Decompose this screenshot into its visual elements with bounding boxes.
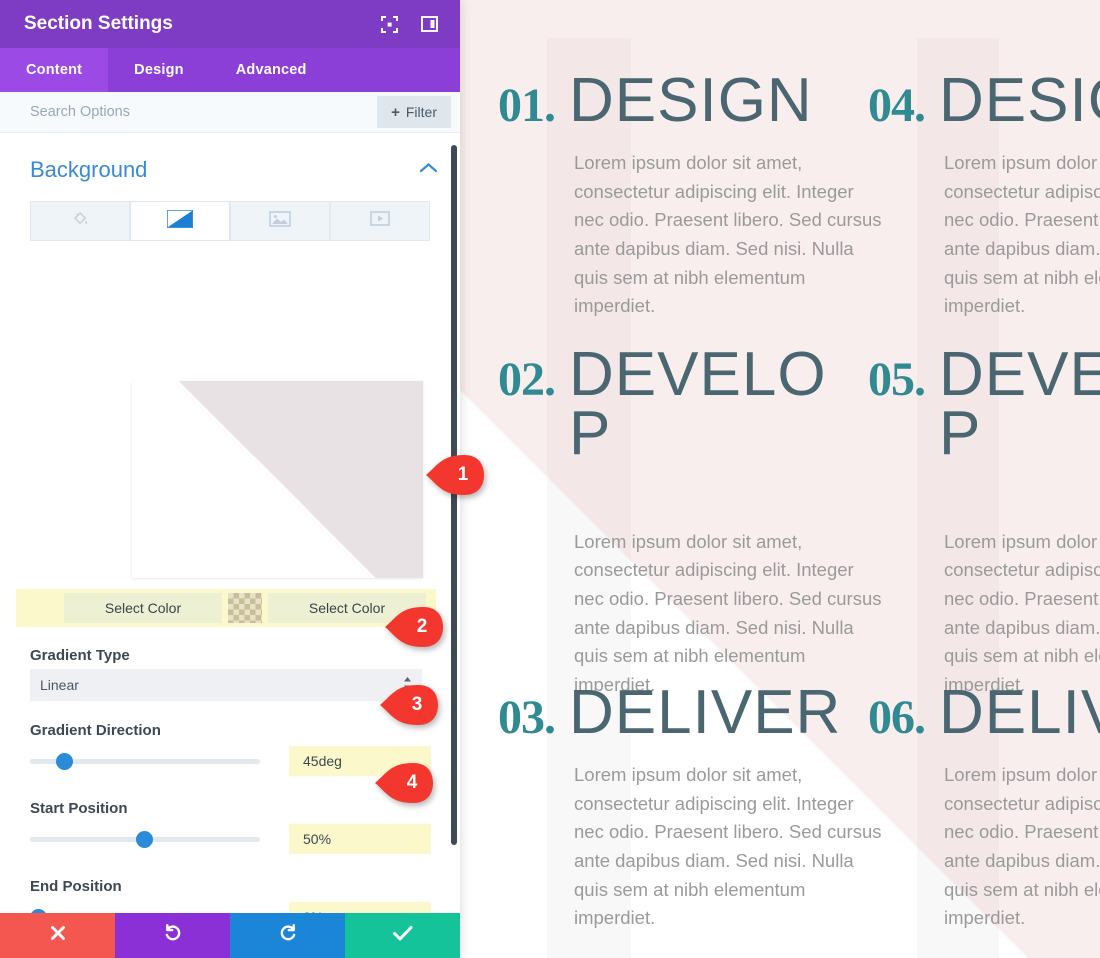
- panel-scrollbar[interactable]: [451, 133, 457, 913]
- page-title: Section Settings: [24, 13, 173, 34]
- callout-number: 3: [411, 694, 423, 715]
- gradient-preview: [132, 381, 423, 578]
- callout-pin-4: 4: [373, 761, 435, 805]
- callout-pin-2: 2: [383, 605, 445, 649]
- background-gradient-tab[interactable]: [130, 201, 230, 241]
- select-color-start-button[interactable]: Select Color: [64, 593, 222, 623]
- start-position-label: Start Position: [30, 800, 128, 817]
- feature-block: 04. DESIGN Lorem ipsum dolor sit amet, c…: [868, 66, 1100, 321]
- background-section-header[interactable]: Background: [0, 133, 460, 193]
- feature-block: 03. DELIVER Lorem ipsum dolor sit amet, …: [498, 678, 881, 933]
- section-settings-panel: Section Settings Content Design Advanced…: [0, 0, 460, 958]
- tab-advanced[interactable]: Advanced: [210, 48, 333, 92]
- feature-heading: 03. DELIVER: [498, 678, 868, 747]
- check-icon: [392, 924, 414, 947]
- image-icon: [269, 210, 291, 232]
- background-video-tab[interactable]: [330, 201, 430, 241]
- search-input[interactable]: [0, 104, 378, 120]
- feature-heading: 02. DEVELOP: [498, 340, 868, 468]
- feature-heading: 06. DELIVER: [868, 678, 1100, 747]
- feature-body-text: Lorem ipsum dolor sit amet, consectetur …: [944, 763, 1100, 929]
- gradient-direction-label: Gradient Direction: [30, 722, 161, 739]
- redo-icon: [278, 923, 298, 948]
- feature-body-text: Lorem ipsum dolor sit amet, consectetur …: [944, 151, 1100, 317]
- gradient-icon: [166, 208, 194, 233]
- slider-handle[interactable]: [30, 909, 47, 913]
- feature-body-text: Lorem ipsum dolor sit amet, consectetur …: [574, 530, 882, 696]
- filter-button-label: Filter: [405, 104, 437, 120]
- feature-heading: 04. DESIGN: [868, 66, 1100, 135]
- feature-block: 05. DEVELOP Lorem ipsum dolor sit amet, …: [868, 340, 1100, 700]
- feature-body-text: Lorem ipsum dolor sit amet, consectetur …: [574, 763, 882, 929]
- background-type-tabs: [30, 201, 430, 241]
- end-position-value[interactable]: 0%: [289, 902, 431, 913]
- tab-content[interactable]: Content: [0, 48, 109, 92]
- paint-bucket-icon: [72, 210, 89, 232]
- feature-title: DEVELOP: [569, 340, 827, 468]
- filter-button[interactable]: + Filter: [377, 96, 451, 128]
- feature-title: DESIGN: [569, 66, 813, 135]
- feature-title: DEVELOP: [939, 340, 1100, 468]
- slider-handle[interactable]: [56, 753, 73, 770]
- plus-icon: +: [391, 103, 400, 121]
- redo-button[interactable]: [230, 913, 345, 958]
- callout-pin-1: 1: [424, 453, 486, 497]
- background-image-tab[interactable]: [230, 201, 330, 241]
- feature-body-text: Lorem ipsum dolor sit amet, consectetur …: [944, 530, 1100, 696]
- undo-button[interactable]: [115, 913, 230, 958]
- feature-number: 06.: [868, 691, 926, 744]
- feature-number: 05.: [868, 353, 926, 406]
- start-position-value[interactable]: 50%: [289, 824, 431, 854]
- feature-number: 03.: [498, 691, 556, 744]
- search-row: + Filter: [0, 92, 460, 133]
- focus-icon[interactable]: [376, 11, 402, 37]
- feature-block: 02. DEVELOP Lorem ipsum dolor sit amet, …: [498, 340, 881, 700]
- callout-number: 2: [416, 616, 428, 637]
- feature-body-text: Lorem ipsum dolor sit amet, consectetur …: [574, 151, 882, 317]
- start-position-slider[interactable]: [30, 831, 260, 848]
- callout-pin-3: 3: [378, 683, 440, 727]
- feature-block: 06. DELIVER Lorem ipsum dolor sit amet, …: [868, 678, 1100, 933]
- cancel-button[interactable]: [0, 913, 115, 958]
- feature-number: 01.: [498, 79, 556, 132]
- feature-number: 04.: [868, 79, 926, 132]
- feature-title: DELIVER: [569, 678, 842, 747]
- feature-number: 02.: [498, 353, 556, 406]
- panel-header: Section Settings: [0, 0, 460, 48]
- layout-panel-icon[interactable]: [416, 11, 442, 37]
- gradient-type-select[interactable]: Linear: [30, 669, 422, 701]
- save-button[interactable]: [345, 913, 460, 958]
- background-color-tab[interactable]: [30, 201, 130, 241]
- tab-design[interactable]: Design: [108, 48, 210, 92]
- gradient-color-row: Select Color Select Color: [16, 589, 436, 627]
- transparent-checker-swatch[interactable]: [228, 593, 262, 623]
- video-icon: [370, 211, 390, 231]
- chevron-up-icon[interactable]: [419, 161, 438, 179]
- feature-heading: 05. DEVELOP: [868, 340, 1100, 468]
- end-position-label: End Position: [30, 878, 122, 895]
- gradient-type-value: Linear: [40, 677, 79, 693]
- callout-number: 1: [457, 464, 469, 485]
- feature-block: 01. DESIGN Lorem ipsum dolor sit amet, c…: [498, 66, 881, 321]
- screen-root: 01. DESIGN Lorem ipsum dolor sit amet, c…: [0, 0, 1100, 958]
- feature-heading: 01. DESIGN: [498, 66, 868, 135]
- slider-handle[interactable]: [136, 831, 153, 848]
- close-icon: [49, 924, 67, 947]
- gradient-direction-slider[interactable]: [30, 753, 260, 770]
- gradient-type-label: Gradient Type: [30, 647, 130, 664]
- feature-title: DESIGN: [939, 66, 1100, 135]
- callout-number: 4: [406, 772, 418, 793]
- section-title: Background: [30, 157, 148, 182]
- feature-title: DELIVER: [939, 678, 1100, 747]
- panel-footer-actions: [0, 913, 460, 958]
- panel-tab-bar: Content Design Advanced: [0, 48, 460, 92]
- undo-icon: [163, 923, 183, 948]
